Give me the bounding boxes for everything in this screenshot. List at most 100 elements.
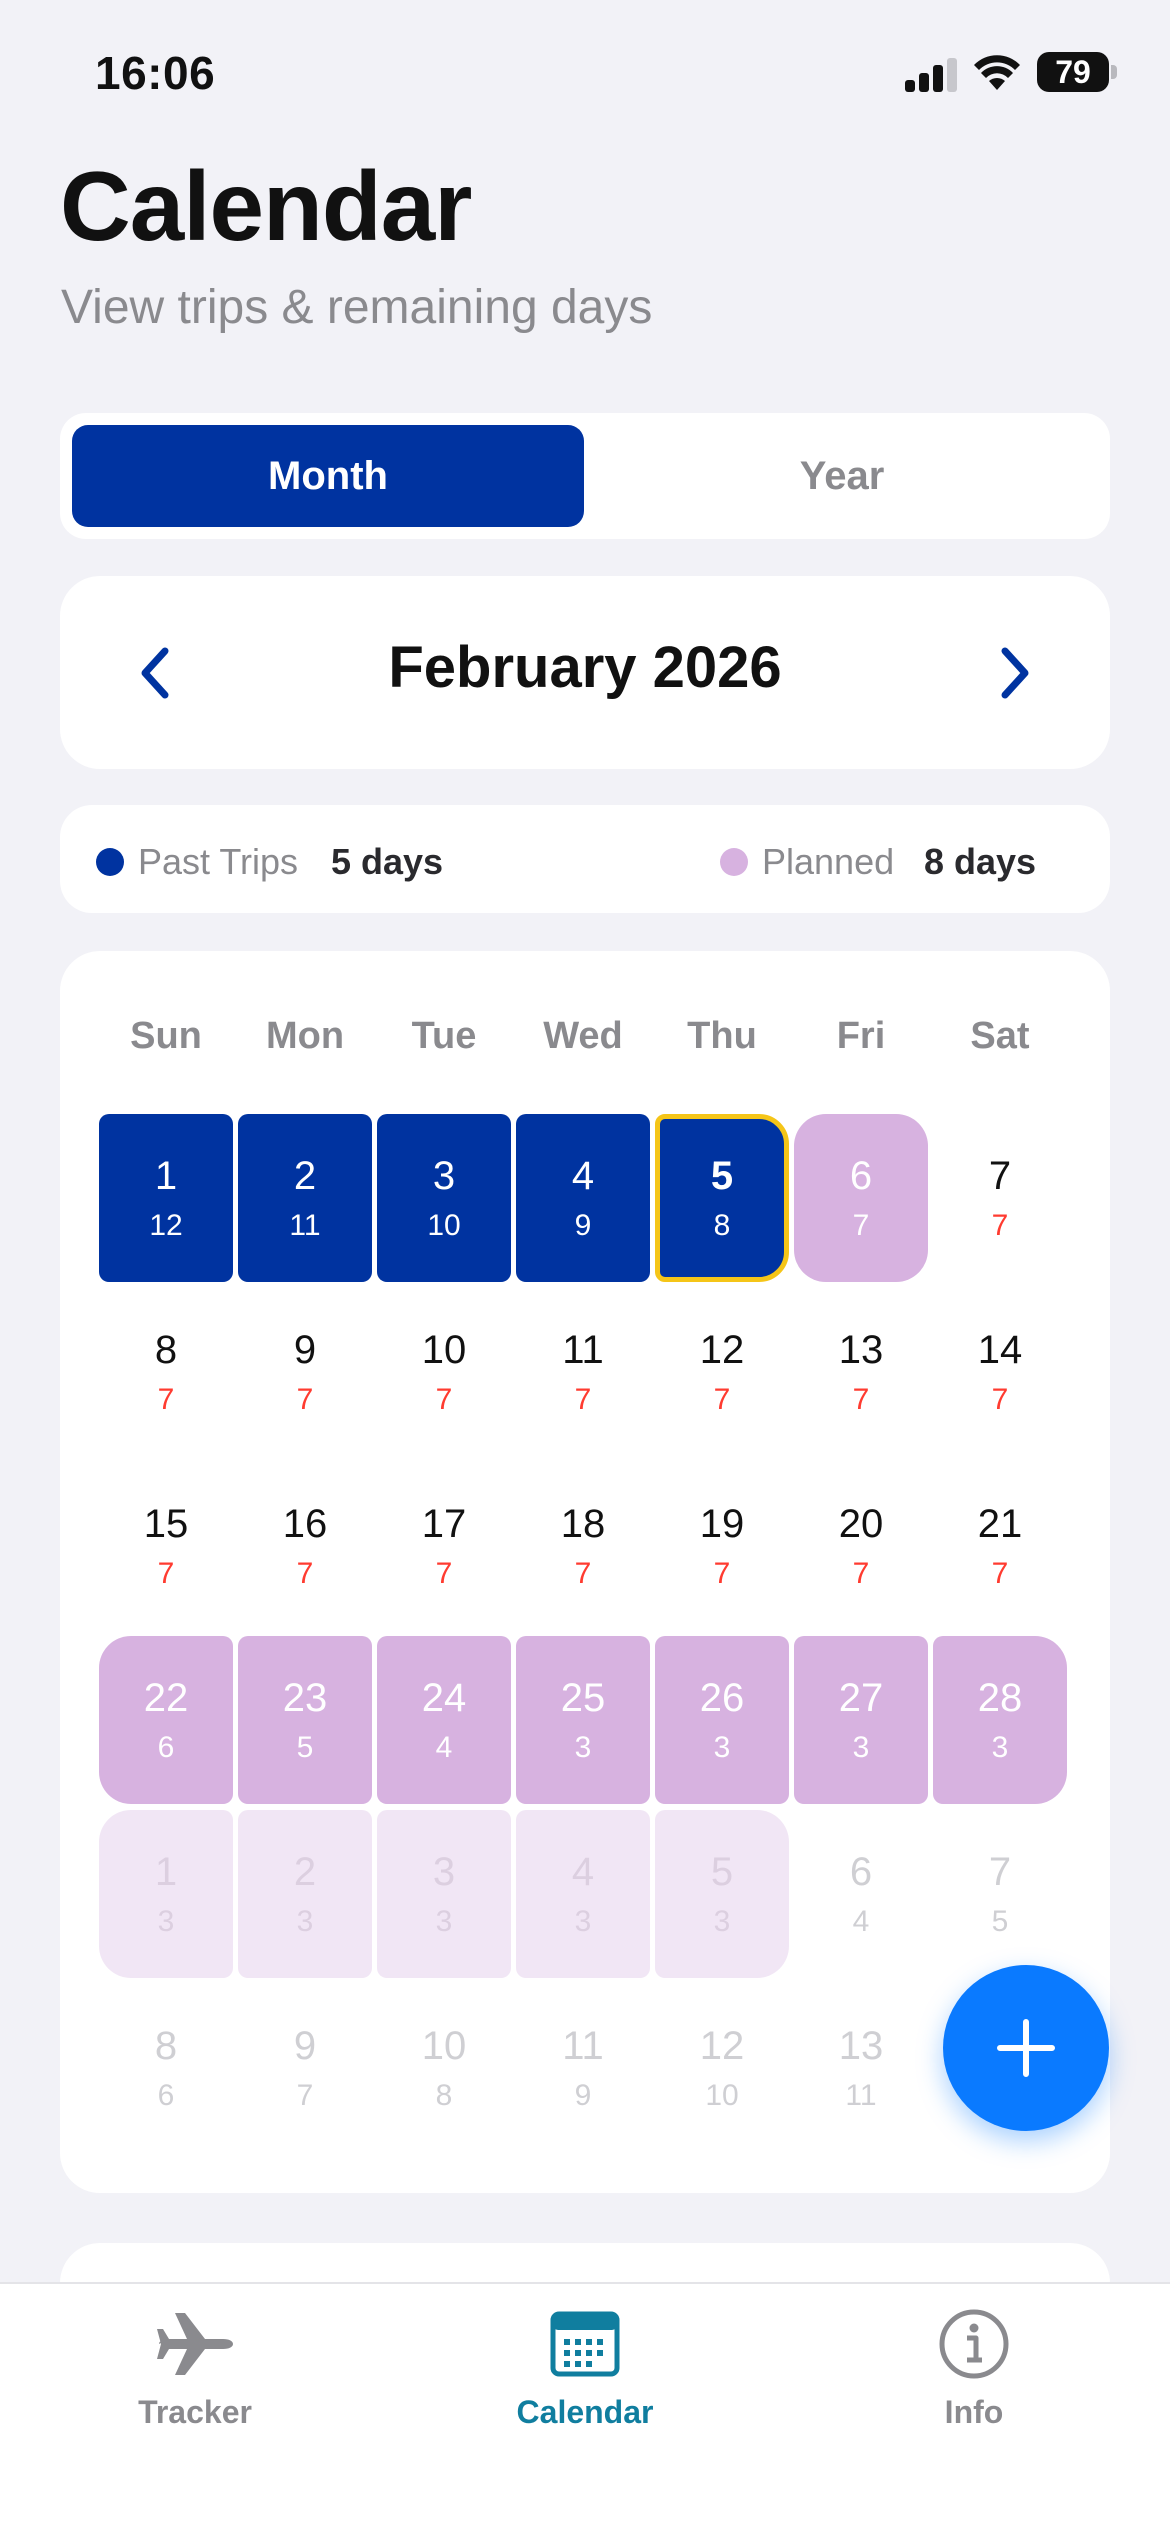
calendar-day[interactable]: 49 bbox=[516, 1114, 650, 1282]
calendar-day[interactable]: 1 12 bbox=[99, 1114, 233, 1282]
remaining-days: 7 bbox=[435, 1383, 453, 1416]
calendar-day[interactable]: 23 5 bbox=[238, 1636, 372, 1804]
tab-calendar[interactable]: Calendar bbox=[455, 2304, 715, 2444]
calendar-day[interactable]: 21 7 bbox=[933, 1462, 1067, 1630]
calendar-day[interactable]: 24 4 bbox=[377, 1636, 511, 1804]
day-number: 2 bbox=[293, 1850, 317, 1894]
calendar-day[interactable]: 23 bbox=[238, 1810, 372, 1978]
calendar-day[interactable]: 87 bbox=[99, 1288, 233, 1456]
calendar-day[interactable]: 15 7 bbox=[99, 1462, 233, 1630]
calendar-day[interactable]: 11 9 bbox=[516, 1984, 650, 2152]
remaining-days: 9 bbox=[574, 1209, 592, 1242]
day-number: 6 bbox=[849, 1154, 873, 1198]
tab-info-label: Info bbox=[944, 2394, 1004, 2430]
day-number: 6 bbox=[849, 1850, 873, 1894]
calendar-day[interactable]: 75 bbox=[933, 1810, 1067, 1978]
past-trips-value: 5 days bbox=[331, 841, 444, 882]
add-trip-button[interactable] bbox=[943, 1965, 1109, 2131]
remaining-days: 8 bbox=[713, 1209, 731, 1242]
calendar-day[interactable]: 25 3 bbox=[516, 1636, 650, 1804]
day-number: 7 bbox=[988, 1154, 1012, 1198]
tab-tracker[interactable]: Tracker bbox=[65, 2304, 325, 2444]
remaining-days: 7 bbox=[852, 1209, 870, 1242]
remaining-days: 7 bbox=[157, 1557, 175, 1590]
remaining-days: 7 bbox=[713, 1383, 731, 1416]
calendar-day[interactable]: 97 bbox=[238, 1984, 372, 2152]
remaining-days: 3 bbox=[157, 1905, 175, 1938]
day-number: 11 bbox=[562, 1328, 604, 1372]
day-number: 5 bbox=[710, 1154, 734, 1198]
remaining-days: 7 bbox=[991, 1209, 1009, 1242]
calendar-day[interactable]: 12 7 bbox=[655, 1288, 789, 1456]
day-number: 28 bbox=[977, 1676, 1023, 1720]
day-number: 2 bbox=[293, 1154, 317, 1198]
weekday-label: Fri bbox=[836, 1015, 886, 1057]
day-number: 13 bbox=[838, 1328, 884, 1372]
calendar-day[interactable]: 16 7 bbox=[238, 1462, 372, 1630]
calendar-day[interactable]: 86 bbox=[99, 1984, 233, 2152]
airplane-icon bbox=[157, 2313, 233, 2375]
tab-info[interactable]: Info bbox=[844, 2304, 1104, 2444]
calendar-day[interactable]: 2 11 bbox=[238, 1114, 372, 1282]
remaining-days: 5 bbox=[296, 1731, 314, 1764]
next-month-button[interactable] bbox=[980, 638, 1050, 708]
trip-legend: Past Trips 5 days Planned 8 days bbox=[60, 805, 1110, 913]
calendar-day[interactable]: 14 7 bbox=[933, 1288, 1067, 1456]
calendar-day[interactable]: 22 6 bbox=[99, 1636, 233, 1804]
month-view-button[interactable]: Month bbox=[72, 425, 584, 527]
day-number: 11 bbox=[562, 2024, 604, 2068]
year-view-button[interactable]: Year bbox=[586, 425, 1098, 527]
remaining-days: 7 bbox=[296, 1383, 314, 1416]
remaining-days: 3 bbox=[296, 1905, 314, 1938]
day-number: 17 bbox=[421, 1502, 467, 1546]
calendar-day[interactable]: 43 bbox=[516, 1810, 650, 1978]
calendar-day[interactable]: 3 10 bbox=[377, 1114, 511, 1282]
remaining-days: 11 bbox=[289, 1209, 321, 1242]
calendar-day[interactable]: 13 7 bbox=[794, 1288, 928, 1456]
calendar-day[interactable]: 10 7 bbox=[377, 1288, 511, 1456]
remaining-days: 3 bbox=[435, 1905, 453, 1938]
remaining-days: 7 bbox=[991, 1383, 1009, 1416]
calendar-day[interactable]: 26 3 bbox=[655, 1636, 789, 1804]
day-number: 21 bbox=[977, 1502, 1023, 1546]
calendar-day[interactable]: 77 bbox=[933, 1114, 1067, 1282]
calendar-day[interactable]: 97 bbox=[238, 1288, 372, 1456]
calendar-day[interactable]: 53 bbox=[655, 1810, 789, 1978]
calendar-day[interactable]: 67 bbox=[794, 1114, 928, 1282]
day-number: 16 bbox=[282, 1502, 328, 1546]
planned-dot-icon bbox=[720, 848, 748, 876]
remaining-days: 7 bbox=[296, 1557, 314, 1590]
calendar-day[interactable]: 33 bbox=[377, 1810, 511, 1978]
calendar-day[interactable]: 19 7 bbox=[655, 1462, 789, 1630]
calendar-day[interactable]: 18 7 bbox=[516, 1462, 650, 1630]
calendar-day[interactable]: 10 8 bbox=[377, 1984, 511, 2152]
page-subtitle: View trips & remaining days bbox=[61, 281, 653, 334]
calendar-day[interactable]: 28 3 bbox=[933, 1636, 1067, 1804]
calendar-day[interactable]: 64 bbox=[794, 1810, 928, 1978]
day-number: 25 bbox=[560, 1676, 606, 1720]
status-bar: 16:06 79 bbox=[0, 0, 1170, 150]
remaining-days: 3 bbox=[713, 1731, 731, 1764]
calendar-day[interactable]: 27 3 bbox=[794, 1636, 928, 1804]
month-navigator: February 2026 bbox=[60, 576, 1110, 769]
remaining-days: 4 bbox=[852, 1905, 870, 1938]
day-number: 3 bbox=[432, 1850, 456, 1894]
calendar-day[interactable]: 17 7 bbox=[377, 1462, 511, 1630]
remaining-days: 7 bbox=[574, 1557, 592, 1590]
weekday-label: Wed bbox=[543, 1015, 623, 1057]
calendar-day[interactable]: 58 bbox=[655, 1114, 789, 1282]
calendar-day[interactable]: 20 7 bbox=[794, 1462, 928, 1630]
remaining-days: 7 bbox=[574, 1383, 592, 1416]
calendar-day[interactable]: 13 bbox=[99, 1810, 233, 1978]
day-number: 1 bbox=[154, 1154, 178, 1198]
day-number: 15 bbox=[143, 1502, 189, 1546]
day-number: 24 bbox=[421, 1676, 467, 1720]
remaining-days: 7 bbox=[157, 1383, 175, 1416]
planned-label: Planned bbox=[762, 841, 895, 882]
day-number: 10 bbox=[421, 2024, 467, 2068]
day-number: 4 bbox=[571, 1850, 595, 1894]
calendar-day[interactable]: 13 11 bbox=[794, 1984, 928, 2152]
calendar-day[interactable]: 12 10 bbox=[655, 1984, 789, 2152]
calendar-day[interactable]: 11 7 bbox=[516, 1288, 650, 1456]
remaining-days: 3 bbox=[991, 1731, 1009, 1764]
